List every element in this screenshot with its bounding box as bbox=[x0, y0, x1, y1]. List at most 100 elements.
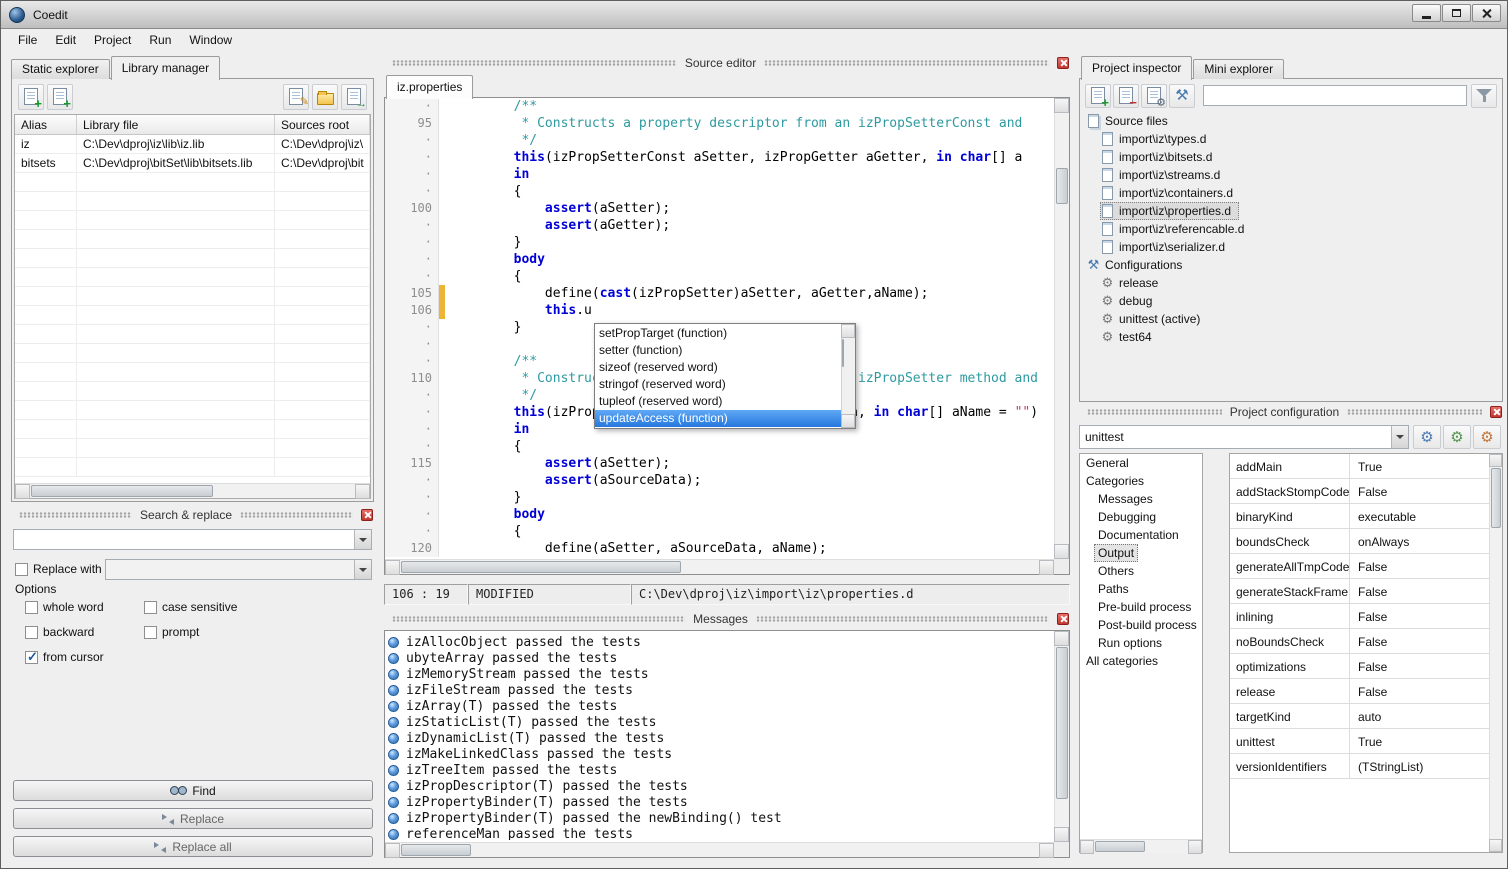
categories-hscrollbar[interactable] bbox=[1080, 839, 1202, 853]
message-item[interactable]: izMemoryStream passed the tests bbox=[388, 666, 1052, 682]
property-row[interactable]: inlining False bbox=[1230, 604, 1489, 629]
dock-grip[interactable] bbox=[756, 616, 1049, 622]
scroll-left-button[interactable] bbox=[385, 560, 400, 575]
checkbox-box[interactable] bbox=[144, 626, 157, 639]
remove-configuration-button[interactable]: ⚙ bbox=[1473, 425, 1501, 449]
code-line[interactable]: 106 this.u bbox=[385, 302, 1054, 319]
tree-item[interactable]: import\iz\types.d bbox=[1100, 130, 1214, 148]
property-grid-vscrollbar[interactable] bbox=[1489, 454, 1502, 852]
tree-item[interactable]: debug bbox=[1100, 292, 1160, 310]
line-number[interactable]: 115 bbox=[385, 455, 439, 472]
property-value[interactable]: False bbox=[1350, 479, 1489, 503]
editor-hscrollbar[interactable] bbox=[385, 559, 1054, 574]
message-item[interactable]: izDynamicList(T) passed the tests bbox=[388, 730, 1052, 746]
line-number[interactable]: · bbox=[385, 217, 439, 234]
property-row[interactable]: generateAllTmpCode False bbox=[1230, 554, 1489, 579]
dock-grip[interactable] bbox=[1347, 409, 1482, 415]
scroll-thumb[interactable] bbox=[31, 485, 213, 497]
property-value[interactable]: False bbox=[1350, 679, 1489, 703]
line-number[interactable]: · bbox=[385, 132, 439, 149]
line-number[interactable]: · bbox=[385, 166, 439, 183]
line-number[interactable]: 120 bbox=[385, 540, 439, 557]
completion-item[interactable]: updateAccess (function) bbox=[595, 410, 841, 427]
completion-item[interactable]: stringof (reserved word) bbox=[595, 376, 841, 393]
scroll-right-button[interactable] bbox=[1039, 560, 1054, 575]
property-value[interactable]: False bbox=[1350, 654, 1489, 678]
property-value[interactable]: False bbox=[1350, 554, 1489, 578]
open-library-folder-button[interactable] bbox=[312, 84, 338, 110]
dropdown-button[interactable] bbox=[354, 530, 371, 549]
code-line[interactable]: · assert(aGetter); bbox=[385, 217, 1054, 234]
dock-grip[interactable] bbox=[19, 512, 132, 518]
scroll-up-button[interactable] bbox=[1054, 631, 1069, 646]
property-value[interactable]: True bbox=[1350, 454, 1489, 478]
message-item[interactable]: izStaticList(T) passed the tests bbox=[388, 714, 1052, 730]
line-number[interactable]: · bbox=[385, 472, 439, 489]
tree-item[interactable]: import\iz\bitsets.d bbox=[1100, 148, 1220, 166]
property-value[interactable]: True bbox=[1350, 729, 1489, 753]
property-row[interactable]: addStackStompCode False bbox=[1230, 479, 1489, 504]
completion-item[interactable]: setPropTarget (function) bbox=[595, 325, 841, 342]
right-tab[interactable]: Mini explorer bbox=[1193, 59, 1284, 79]
scroll-thumb[interactable] bbox=[1095, 841, 1145, 852]
tree-item[interactable]: import\iz\properties.d bbox=[1100, 202, 1239, 220]
search-option-checkbox[interactable]: case sensitive bbox=[144, 600, 355, 614]
filter-button[interactable] bbox=[1471, 84, 1497, 108]
inspector-filter-input[interactable] bbox=[1203, 85, 1467, 106]
maximize-button[interactable] bbox=[1442, 4, 1471, 22]
tree-item[interactable]: import\iz\serializer.d bbox=[1100, 238, 1233, 256]
code-line[interactable]: 115 assert(aSetter); bbox=[385, 455, 1054, 472]
menu-item[interactable]: File bbox=[9, 29, 46, 51]
completion-item[interactable]: sizeof (reserved word) bbox=[595, 359, 841, 376]
replace-with-combobox[interactable] bbox=[105, 559, 372, 580]
property-row[interactable]: noBoundsCheck False bbox=[1230, 629, 1489, 654]
source-editor-close-button[interactable] bbox=[1057, 57, 1069, 69]
code-line[interactable]: · { bbox=[385, 438, 1054, 455]
close-button[interactable] bbox=[1472, 4, 1501, 22]
code-line[interactable]: · body bbox=[385, 251, 1054, 268]
checkbox-box[interactable] bbox=[25, 626, 38, 639]
property-row[interactable]: optimizations False bbox=[1230, 654, 1489, 679]
dock-grip[interactable] bbox=[392, 616, 685, 622]
column-header-library-file[interactable]: Library file bbox=[77, 115, 275, 134]
remove-source-button[interactable] bbox=[1113, 84, 1139, 108]
code-line[interactable]: · in bbox=[385, 166, 1054, 183]
source-settings-button[interactable] bbox=[1141, 84, 1167, 108]
dock-grip[interactable] bbox=[764, 60, 1049, 66]
messages-close-button[interactable] bbox=[1057, 613, 1069, 625]
scroll-thumb[interactable] bbox=[401, 844, 471, 856]
message-item[interactable]: izPropertyBinder(T) passed the newBindin… bbox=[388, 810, 1052, 826]
line-number[interactable]: 106 bbox=[385, 302, 439, 319]
message-item[interactable]: izPropDescriptor(T) passed the tests bbox=[388, 778, 1052, 794]
config-category-item[interactable]: Post-build process bbox=[1094, 616, 1201, 634]
property-row[interactable]: addMain True bbox=[1230, 454, 1489, 479]
property-row[interactable]: unittest True bbox=[1230, 729, 1489, 754]
config-category-item[interactable]: General bbox=[1082, 454, 1133, 472]
property-row[interactable]: release False bbox=[1230, 679, 1489, 704]
replace-all-button[interactable]: Replace all bbox=[13, 836, 373, 857]
checkbox-box[interactable] bbox=[25, 601, 38, 614]
message-item[interactable]: izMakeLinkedClass passed the tests bbox=[388, 746, 1052, 762]
scroll-right-button[interactable] bbox=[1188, 840, 1202, 854]
titlebar[interactable]: Coedit bbox=[1, 1, 1507, 29]
project-configuration-close-button[interactable] bbox=[1490, 406, 1502, 418]
code-line[interactable]: · { bbox=[385, 268, 1054, 285]
code-line[interactable]: · } bbox=[385, 234, 1054, 251]
search-replace-close-button[interactable] bbox=[361, 509, 373, 521]
config-category-item[interactable]: All categories bbox=[1082, 652, 1162, 670]
config-category-item[interactable]: Debugging bbox=[1094, 508, 1160, 526]
line-number[interactable]: 95 bbox=[385, 115, 439, 132]
library-table-hscrollbar[interactable] bbox=[15, 483, 370, 498]
replace-button[interactable]: Replace bbox=[13, 808, 373, 829]
message-item[interactable]: izFileStream passed the tests bbox=[388, 682, 1052, 698]
code-line[interactable]: · */ bbox=[385, 132, 1054, 149]
scroll-right-button[interactable] bbox=[355, 484, 370, 499]
completion-scrollbar[interactable] bbox=[841, 324, 855, 428]
tree-item[interactable]: unittest (active) bbox=[1100, 310, 1208, 328]
line-number[interactable]: · bbox=[385, 404, 439, 421]
code-line[interactable]: · body bbox=[385, 506, 1054, 523]
editor-vscrollbar[interactable] bbox=[1054, 98, 1069, 559]
message-item[interactable]: izArray(T) passed the tests bbox=[388, 698, 1052, 714]
left-tab[interactable]: Library manager bbox=[111, 56, 220, 80]
scroll-right-button[interactable] bbox=[1039, 843, 1054, 858]
